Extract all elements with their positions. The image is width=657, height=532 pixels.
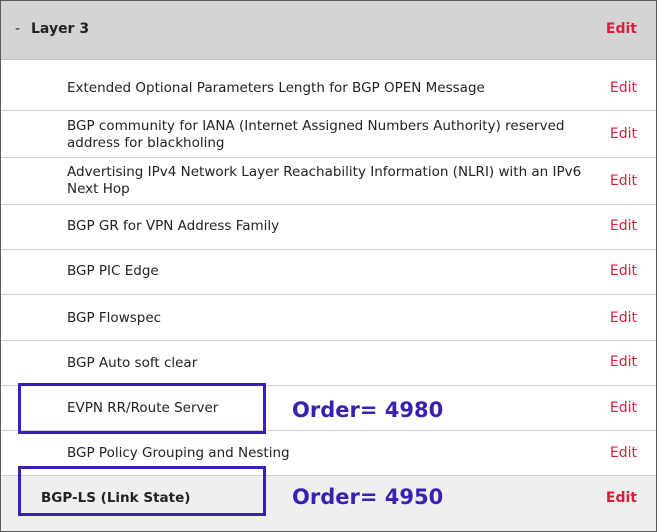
feature-label: BGP PIC Edge <box>67 263 159 279</box>
feature-edit-link[interactable]: Edit <box>610 400 637 416</box>
feature-edit-link[interactable]: Edit <box>610 354 637 370</box>
section-header-layer3[interactable]: - Layer 3 Edit <box>1 1 656 60</box>
feature-row: BGP Flowspec Edit <box>1 295 656 341</box>
feature-label: BGP community for IANA (Internet Assigne… <box>67 118 565 151</box>
feature-label: BGP GR for VPN Address Family <box>67 218 280 234</box>
annotation-order-evpn: Order= 4980 <box>292 398 444 422</box>
feature-label: Extended Optional Parameters Length for … <box>67 80 485 96</box>
feature-edit-link[interactable]: Edit <box>606 490 637 506</box>
feature-row: Extended Optional Parameters Length for … <box>1 66 656 111</box>
feature-list-panel: - Layer 3 Edit Extended Optional Paramet… <box>0 0 657 532</box>
feature-label: Advertising IPv4 Network Layer Reachabil… <box>67 164 582 197</box>
feature-edit-link[interactable]: Edit <box>610 173 637 189</box>
feature-edit-link[interactable]: Edit <box>610 263 637 279</box>
feature-row: BGP GR for VPN Address Family Edit <box>1 205 656 250</box>
feature-edit-link[interactable]: Edit <box>610 310 637 326</box>
feature-edit-link[interactable]: Edit <box>610 218 637 234</box>
annotation-box-evpn <box>18 383 266 434</box>
collapse-toggle[interactable]: - <box>15 21 20 37</box>
annotation-order-bgpls: Order= 4950 <box>292 485 444 509</box>
section-edit-link[interactable]: Edit <box>606 21 637 37</box>
feature-row: BGP PIC Edge Edit <box>1 250 656 295</box>
feature-edit-link[interactable]: Edit <box>610 80 637 96</box>
feature-edit-link[interactable]: Edit <box>610 445 637 461</box>
annotation-box-bgpls <box>18 466 266 516</box>
feature-row: Advertising IPv4 Network Layer Reachabil… <box>1 158 656 205</box>
feature-row: BGP Auto soft clear Edit <box>1 341 656 386</box>
feature-label: BGP Auto soft clear <box>67 355 198 371</box>
section-title: Layer 3 <box>31 21 90 37</box>
feature-label: BGP Flowspec <box>67 310 162 326</box>
feature-label: BGP Policy Grouping and Nesting <box>67 445 290 461</box>
feature-edit-link[interactable]: Edit <box>610 126 637 142</box>
feature-row: BGP community for IANA (Internet Assigne… <box>1 111 656 158</box>
